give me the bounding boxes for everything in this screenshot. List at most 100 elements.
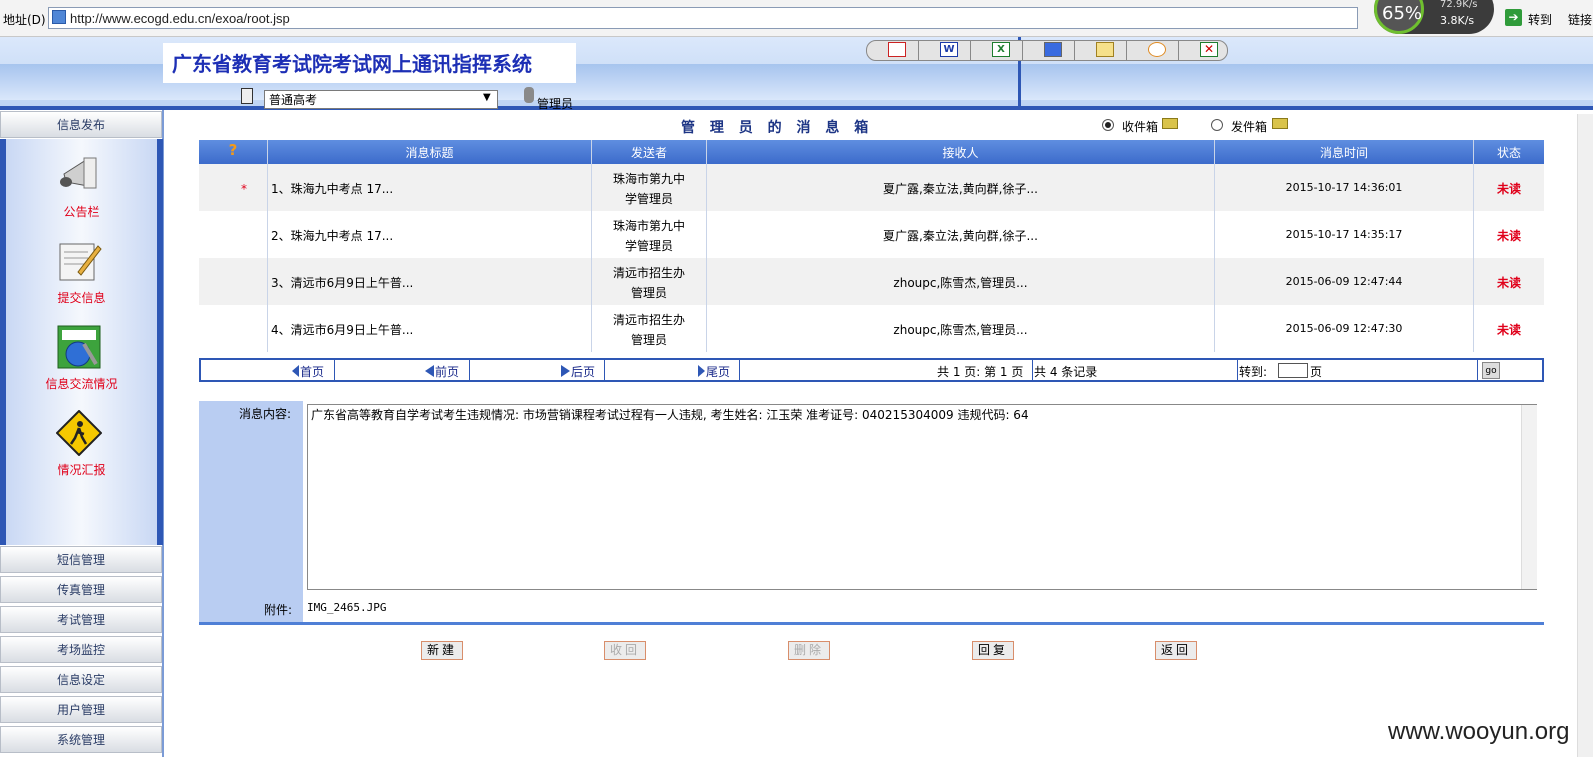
warning-sign-icon[interactable] (55, 409, 103, 457)
address-label: 地址(D) (3, 13, 46, 27)
write-icon[interactable] (56, 238, 102, 284)
links-button[interactable]: 链接 (1568, 11, 1592, 28)
first-page-icon (292, 365, 299, 377)
sidebar-section-settings[interactable]: 信息设定 (0, 666, 162, 693)
reply-button[interactable]: 回复 (972, 641, 1014, 660)
textarea-scrollbar[interactable] (1521, 405, 1537, 589)
toolbar-separator (1022, 40, 1023, 61)
sidebar-section-exam[interactable]: 考试管理 (0, 606, 162, 633)
first-page-link[interactable]: 首页 (292, 363, 324, 380)
clipboard-icon (241, 88, 253, 104)
message-receivers: 夏广露,秦立法,黄向群,徐子... (883, 182, 1038, 196)
exchange-icon[interactable] (56, 324, 102, 370)
inbox-label[interactable]: 收件箱 (1122, 118, 1158, 135)
exit-icon[interactable]: ✕ (1200, 42, 1218, 57)
back-button[interactable]: 返回 (1155, 641, 1197, 660)
outbox-label[interactable]: 发件箱 (1231, 118, 1267, 135)
sidebar-item-report[interactable]: 情况汇报 (0, 461, 163, 478)
watermark: www.wooyun.org (1388, 718, 1570, 745)
message-sender: 清远市招生办 (612, 266, 685, 280)
mail-icon[interactable] (1096, 42, 1114, 57)
exam-type-value[interactable]: 普通高考 (269, 91, 317, 108)
excel-icon[interactable]: X (992, 42, 1010, 57)
chevron-down-icon[interactable]: ▼ (483, 92, 491, 103)
toolbar-separator (1126, 40, 1127, 61)
sidebar-item-bulletin[interactable]: 公告栏 (0, 203, 163, 220)
outbox-radio[interactable] (1211, 119, 1223, 131)
sidebar-section-system[interactable]: 系统管理 (0, 726, 162, 753)
toolbar-separator (918, 40, 919, 61)
document-icon[interactable] (1044, 42, 1062, 57)
column-header-status: 状态 (1496, 146, 1521, 160)
user-icon (524, 87, 534, 103)
sidebar-section-fax[interactable]: 传真管理 (0, 576, 162, 603)
message-time: 2015-10-17 14:36:01 (1285, 181, 1403, 194)
prev-page-label[interactable]: 前页 (435, 365, 459, 379)
sidebar-section-publish[interactable]: 信息发布 (0, 111, 162, 138)
inbox-envelope-icon (1162, 118, 1178, 129)
inbox-radio[interactable] (1102, 119, 1114, 131)
attachment-label: 附件: (264, 603, 293, 617)
clock-icon[interactable] (1148, 42, 1166, 57)
help-icon[interactable]: ? (199, 141, 267, 159)
sidebar-item-exchange[interactable]: 信息交流情况 (0, 375, 163, 392)
go-button[interactable]: go (1482, 362, 1500, 379)
message-sender: 管理员 (630, 333, 667, 347)
user-role-label: 管理员 (537, 97, 574, 111)
message-sender: 珠海市第九中 (612, 219, 685, 233)
go-arrow-icon[interactable]: ➔ (1505, 9, 1522, 26)
pager-divider (469, 360, 470, 380)
header-divider (0, 106, 1593, 110)
detail-label-column (199, 401, 303, 622)
message-sender: 管理员 (630, 286, 667, 300)
message-time: 2015-10-17 14:35:17 (1285, 228, 1403, 241)
goto-page-input[interactable] (1278, 363, 1308, 378)
message-title[interactable]: 1、珠海九中考点 17... (271, 180, 393, 197)
megaphone-icon[interactable] (56, 152, 102, 198)
outbox-envelope-icon (1272, 118, 1288, 129)
url-text[interactable]: http://www.ecogd.edu.cn/exoa/root.jsp (70, 11, 290, 26)
last-page-icon (698, 365, 705, 377)
column-header-time: 消息时间 (1319, 146, 1368, 160)
prev-page-link[interactable]: 前页 (425, 363, 459, 380)
next-page-link[interactable]: 后页 (561, 363, 595, 380)
word-icon[interactable]: W (940, 42, 958, 57)
go-button[interactable]: 转到 (1528, 11, 1552, 28)
first-page-label[interactable]: 首页 (300, 365, 324, 379)
toolbar-separator (970, 40, 971, 61)
page-icon (52, 10, 66, 24)
delete-button[interactable]: 删除 (788, 641, 830, 660)
detail-divider (199, 622, 1544, 625)
upload-speed: 72.9K/s (1440, 0, 1478, 10)
content-label: 消息内容: (239, 407, 292, 421)
prev-page-icon (425, 365, 434, 377)
sidebar-section-monitor[interactable]: 考场监控 (0, 636, 162, 663)
message-receivers: zhoupc,陈雪杰,管理员... (893, 323, 1028, 337)
message-sender: 学管理员 (624, 239, 673, 253)
message-content-text[interactable]: 广东省高等教育自学考试考生违规情况: 市场营销课程考试过程有一人违规, 考生姓名… (311, 406, 1029, 423)
record-count: 共 4 条记录 (1034, 365, 1098, 379)
status-badge: 未读 (1496, 229, 1521, 243)
message-title[interactable]: 3、清远市6月9日上午普... (271, 274, 413, 291)
download-speed: 3.8K/s (1440, 14, 1475, 27)
sidebar-section-users[interactable]: 用户管理 (0, 696, 162, 723)
page-suffix: 页 (1310, 365, 1323, 379)
message-sender: 学管理员 (624, 192, 673, 206)
recall-button[interactable]: 收回 (604, 641, 646, 660)
message-content-textarea[interactable] (307, 404, 1537, 590)
home-icon[interactable] (888, 42, 906, 57)
attachment-link[interactable]: IMG_2465.JPG (307, 601, 386, 614)
pager-divider (1477, 360, 1478, 380)
status-badge: 未读 (1496, 182, 1521, 196)
last-page-link[interactable]: 尾页 (698, 363, 730, 380)
next-page-label[interactable]: 后页 (571, 365, 595, 379)
message-title[interactable]: 4、清远市6月9日上午普... (271, 321, 413, 338)
sidebar-item-submit[interactable]: 提交信息 (0, 289, 163, 306)
sidebar-section-sms[interactable]: 短信管理 (0, 546, 162, 573)
new-button[interactable]: 新建 (421, 641, 463, 660)
last-page-label[interactable]: 尾页 (706, 365, 730, 379)
message-receivers: zhoupc,陈雪杰,管理员... (893, 276, 1028, 290)
message-title[interactable]: 2、珠海九中考点 17... (271, 227, 393, 244)
pager-divider (1032, 360, 1033, 380)
page-scrollbar[interactable] (1577, 114, 1593, 757)
